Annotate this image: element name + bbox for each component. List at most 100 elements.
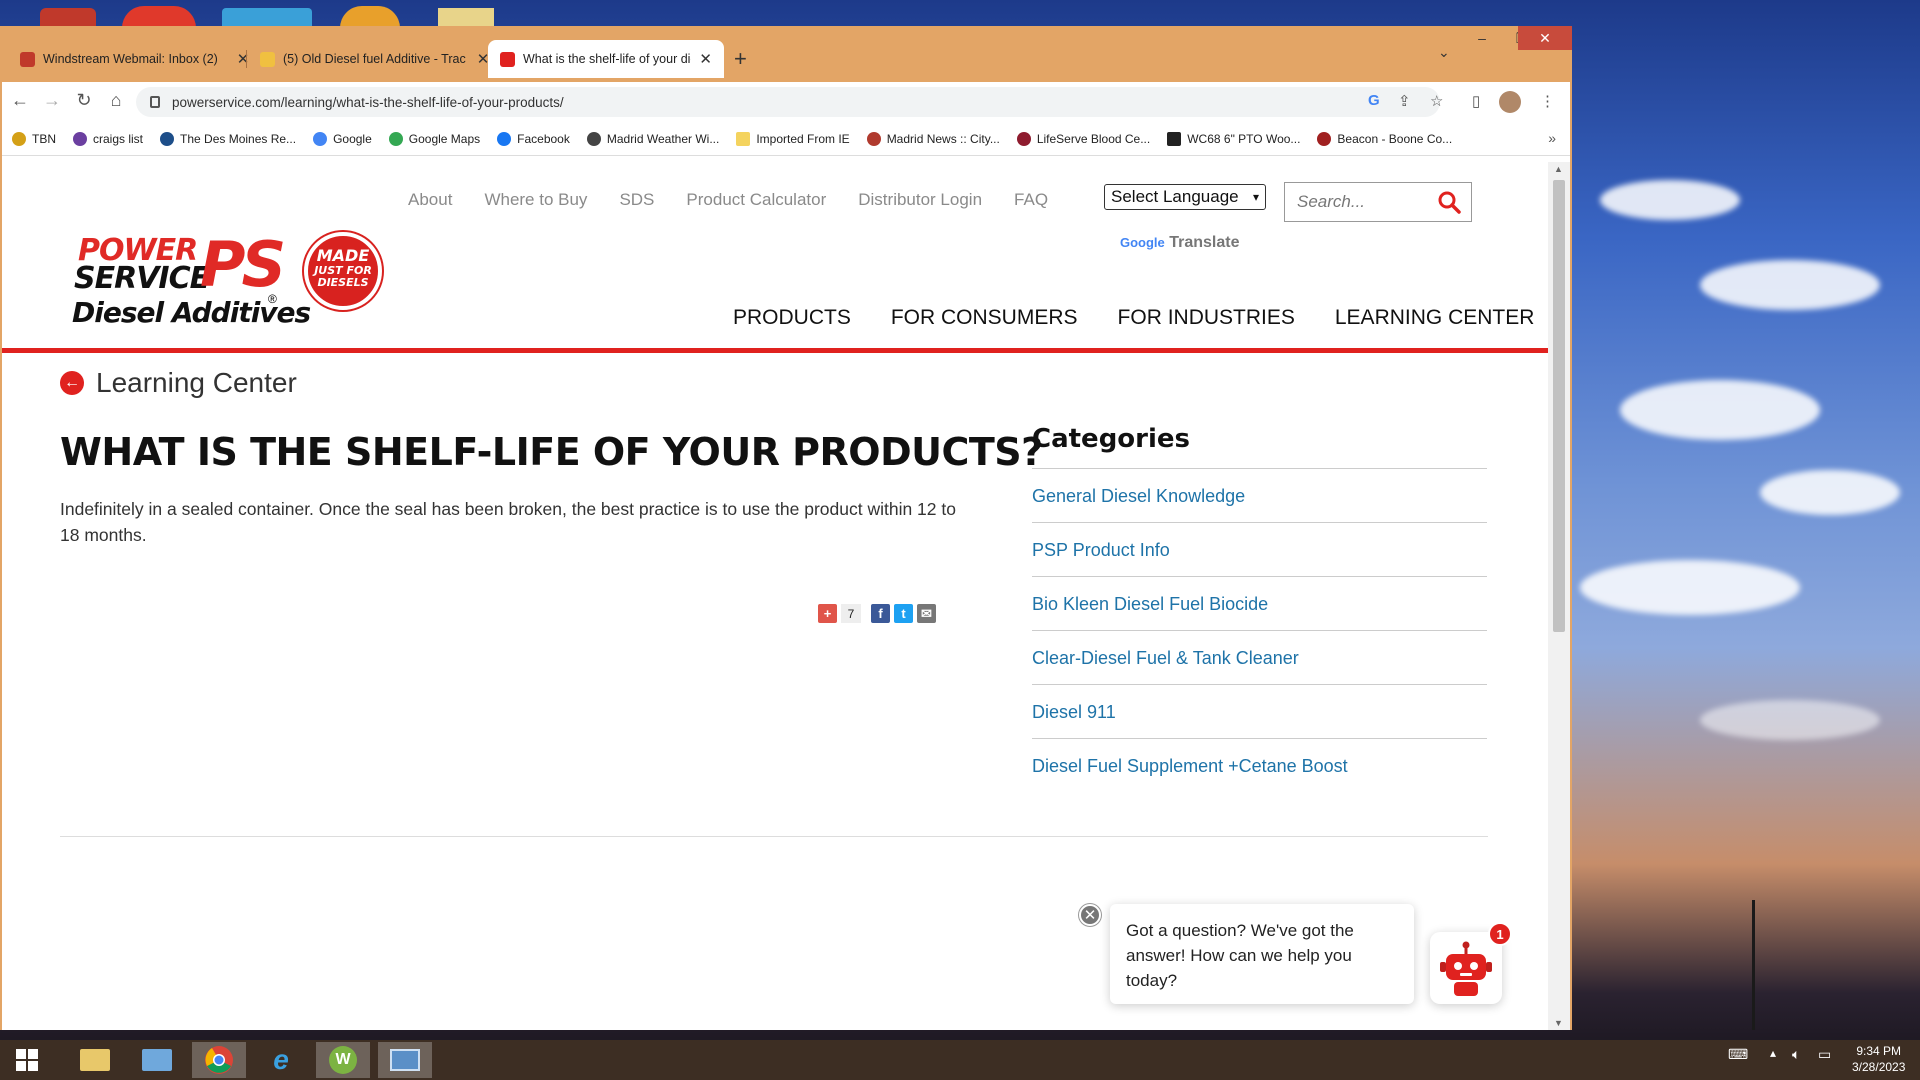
tab-windstream[interactable]: Windstream Webmail: Inbox (2) ✕ bbox=[8, 40, 262, 78]
page-scrollbar[interactable]: ▲ ▼ bbox=[1548, 162, 1570, 1030]
share-icon[interactable]: ⇪ bbox=[1398, 92, 1411, 110]
scroll-up-icon[interactable]: ▲ bbox=[1554, 164, 1563, 174]
category-link[interactable]: Diesel 911 bbox=[1032, 685, 1487, 739]
photos-taskbar[interactable] bbox=[130, 1042, 184, 1078]
back-arrow-icon[interactable]: ← bbox=[8, 90, 32, 111]
tab-tractor[interactable]: (5) Old Diesel fuel Additive - Trac ✕ bbox=[248, 40, 502, 78]
category-link[interactable]: General Diesel Knowledge bbox=[1032, 469, 1487, 523]
window-app-icon bbox=[390, 1049, 420, 1071]
start-button[interactable] bbox=[0, 1042, 54, 1078]
chevron-down-icon: ▾ bbox=[1252, 190, 1259, 204]
power-service-logo[interactable]: POWER SERVICE PS Diesel Additives ® bbox=[72, 232, 311, 332]
bookmark-item[interactable]: TBN bbox=[12, 131, 56, 146]
desktop-icon[interactable] bbox=[122, 6, 196, 28]
keyboard-icon[interactable]: ⌨ bbox=[1728, 1046, 1748, 1063]
translate-label: Translate bbox=[1169, 234, 1240, 251]
category-link[interactable]: Clear-Diesel Fuel & Tank Cleaner bbox=[1032, 631, 1487, 685]
share-buttons: + 7 f t ✉ bbox=[818, 604, 936, 623]
bookmark-item[interactable]: Beacon - Boone Co... bbox=[1317, 131, 1452, 146]
nav-product-calculator[interactable]: Product Calculator bbox=[686, 190, 826, 210]
window-close-icon[interactable]: ✕ bbox=[1518, 26, 1572, 50]
window-app-taskbar[interactable] bbox=[378, 1042, 432, 1078]
bookmark-label: Facebook bbox=[517, 131, 570, 146]
bookmark-item[interactable]: Google Maps bbox=[388, 131, 481, 146]
wallpaper-cloud bbox=[1700, 700, 1880, 740]
google-translate-icon[interactable]: G bbox=[1368, 92, 1380, 109]
nav-sds[interactable]: SDS bbox=[619, 190, 654, 210]
volume-icon[interactable]: 🔈︎ bbox=[1792, 1046, 1800, 1063]
chat-dismiss-icon[interactable]: ✕ bbox=[1079, 904, 1101, 926]
home-icon[interactable]: ⌂ bbox=[104, 90, 128, 111]
tray-chevron-icon[interactable]: ▴ bbox=[1770, 1046, 1776, 1060]
category-link[interactable]: Diesel Fuel Supplement +Cetane Boost bbox=[1032, 739, 1487, 793]
bookmark-item[interactable]: Madrid Weather Wi... bbox=[586, 131, 719, 146]
tab-search-chevron-icon[interactable]: ⌄ bbox=[1438, 44, 1450, 61]
nav-distributor-login[interactable]: Distributor Login bbox=[858, 190, 982, 210]
twitter-share-icon[interactable]: t bbox=[894, 604, 913, 623]
chat-prompt[interactable]: Got a question? We've got the answer! Ho… bbox=[1110, 904, 1414, 1004]
wallpaper-cloud bbox=[1700, 260, 1880, 310]
minimize-icon[interactable]: – bbox=[1462, 26, 1502, 50]
bookmark-item[interactable]: Google bbox=[313, 131, 372, 146]
close-tab-icon[interactable]: ✕ bbox=[699, 50, 712, 68]
addthis-plus-icon[interactable]: + bbox=[818, 604, 837, 623]
bookmark-label: Google Maps bbox=[408, 131, 481, 146]
menu-dots-icon[interactable]: ⋮ bbox=[1540, 92, 1555, 110]
nav-products[interactable]: PRODUCTS bbox=[733, 306, 851, 330]
file-explorer-taskbar[interactable] bbox=[68, 1042, 122, 1078]
profile-avatar[interactable] bbox=[1499, 91, 1521, 113]
search-placeholder: Search... bbox=[1297, 192, 1366, 211]
badge-line: DIESELS bbox=[317, 276, 369, 289]
new-tab-icon[interactable]: + bbox=[734, 46, 747, 72]
search-input[interactable]: Search... bbox=[1284, 182, 1472, 222]
desktop-folder-icon[interactable] bbox=[438, 8, 494, 28]
nav-faq[interactable]: FAQ bbox=[1014, 190, 1048, 210]
email-share-icon[interactable]: ✉ bbox=[917, 604, 936, 623]
google-translate-credit[interactable]: Google Translate bbox=[1120, 234, 1240, 252]
scroll-down-icon[interactable]: ▼ bbox=[1554, 1018, 1563, 1028]
reload-icon[interactable]: ↻ bbox=[72, 90, 96, 111]
bookmark-item[interactable]: WC68 6" PTO Woo... bbox=[1167, 131, 1300, 146]
tab-powerservice[interactable]: What is the shelf-life of your dies ✕ bbox=[488, 40, 724, 78]
google-icon bbox=[313, 131, 328, 146]
clock[interactable]: 9:34 PM 3/28/2023 bbox=[1852, 1043, 1905, 1075]
bookmark-item[interactable]: craigs list bbox=[73, 131, 144, 146]
language-select[interactable]: Select Language ▾ bbox=[1104, 184, 1266, 210]
facebook-share-icon[interactable]: f bbox=[871, 604, 890, 623]
desktop-icon[interactable] bbox=[340, 6, 400, 28]
search-icon[interactable] bbox=[1437, 190, 1461, 214]
bookmark-item[interactable]: Facebook bbox=[497, 131, 570, 146]
side-panel-icon[interactable]: ▯ bbox=[1472, 92, 1480, 110]
wc68-icon bbox=[1167, 131, 1182, 146]
bookmark-item[interactable]: LifeServe Blood Ce... bbox=[1016, 131, 1150, 146]
w-app-taskbar[interactable]: W bbox=[316, 1042, 370, 1078]
nav-for-industries[interactable]: FOR INDUSTRIES bbox=[1118, 306, 1295, 330]
peace-icon bbox=[73, 131, 87, 146]
scroll-thumb[interactable] bbox=[1553, 180, 1565, 632]
bookmark-item[interactable]: Imported From IE bbox=[736, 131, 850, 146]
bookmark-item[interactable]: The Des Moines Re... bbox=[160, 131, 296, 146]
bookmark-item[interactable]: Madrid News :: City... bbox=[866, 131, 1000, 146]
chrome-taskbar[interactable] bbox=[192, 1042, 246, 1078]
bookmarks-overflow-icon[interactable]: » bbox=[1548, 130, 1556, 146]
address-bar[interactable]: powerservice.com/learning/what-is-the-sh… bbox=[136, 87, 1440, 117]
bookmark-star-icon[interactable]: ☆ bbox=[1430, 92, 1443, 110]
forward-arrow-icon[interactable]: → bbox=[40, 90, 64, 111]
ie-taskbar[interactable]: e bbox=[254, 1042, 308, 1078]
nav-learning-center[interactable]: LEARNING CENTER bbox=[1335, 306, 1535, 330]
nav-about[interactable]: About bbox=[408, 190, 452, 210]
nav-for-consumers[interactable]: FOR CONSUMERS bbox=[891, 306, 1078, 330]
network-icon[interactable]: ▭ bbox=[1818, 1046, 1831, 1063]
nav-where-to-buy[interactable]: Where to Buy bbox=[484, 190, 587, 210]
made-for-diesels-badge: MADE JUST FOR DIESELS bbox=[304, 232, 382, 310]
back-to-learning-center[interactable]: ← Learning Center bbox=[60, 367, 297, 399]
category-link[interactable]: Bio Kleen Diesel Fuel Biocide bbox=[1032, 577, 1487, 631]
bookmark-label: craigs list bbox=[93, 131, 144, 146]
desktop-icon[interactable] bbox=[222, 8, 312, 28]
facebook-icon bbox=[497, 131, 512, 146]
ps-favicon-icon bbox=[500, 51, 515, 67]
desktop-icon[interactable] bbox=[40, 8, 96, 28]
language-select-value: Select Language bbox=[1111, 187, 1239, 206]
category-link[interactable]: PSP Product Info bbox=[1032, 523, 1487, 577]
article-body: Indefinitely in a sealed container. Once… bbox=[60, 499, 956, 545]
